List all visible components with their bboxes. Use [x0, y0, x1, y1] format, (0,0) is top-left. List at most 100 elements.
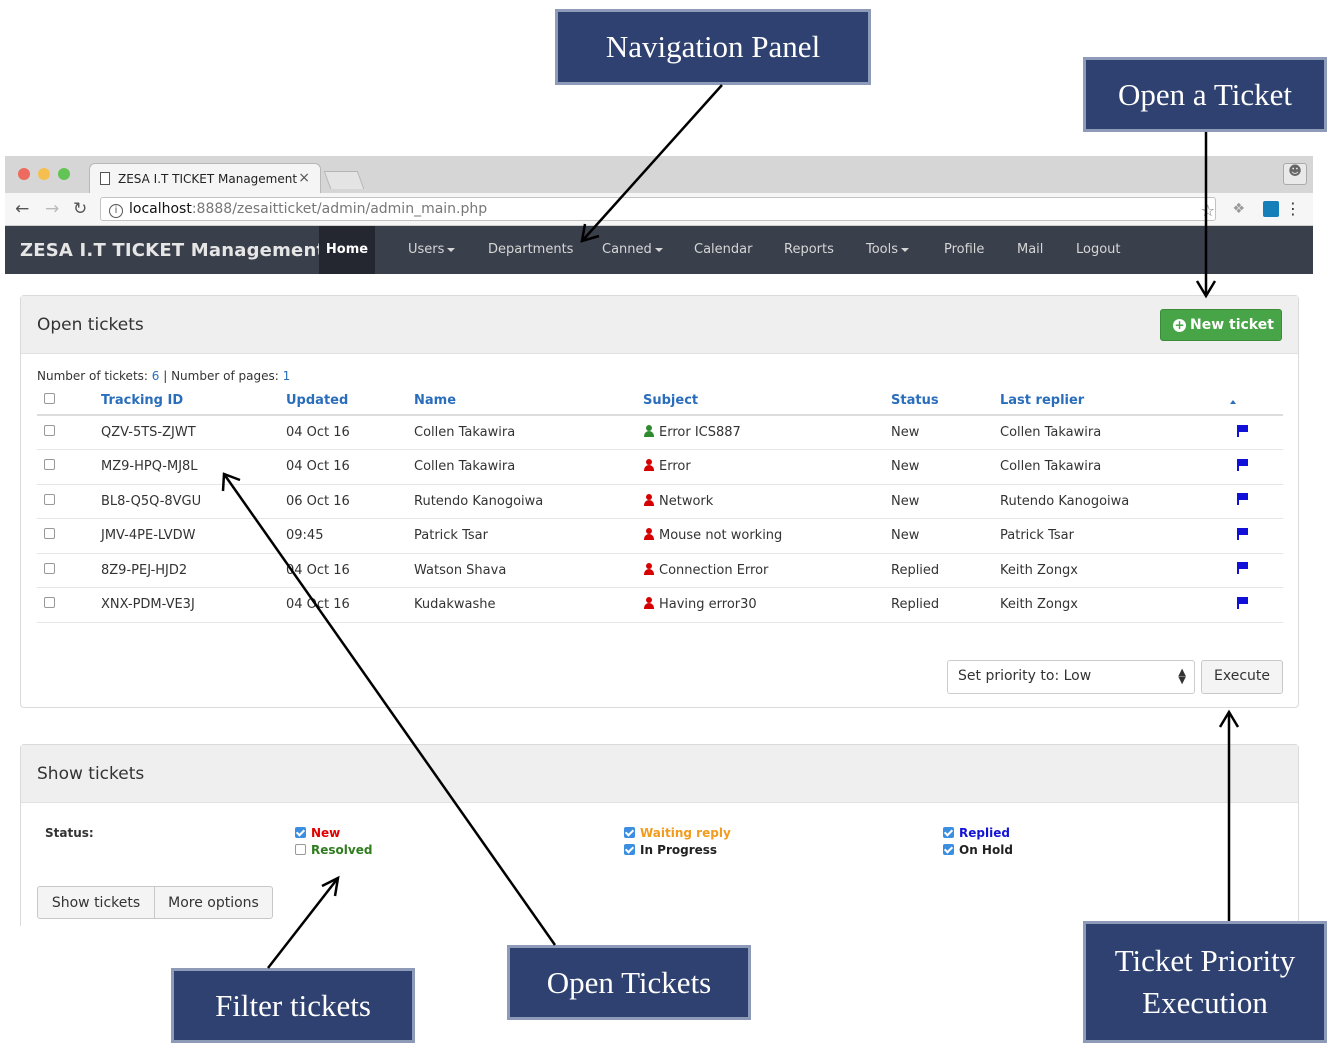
pages-prefix: | Number of pages: [159, 369, 283, 383]
nav-profile[interactable]: Profile [944, 226, 984, 274]
reload-icon[interactable]: ↻ [73, 199, 87, 219]
priority-flag-icon[interactable] [1237, 562, 1249, 575]
tracking-id-link[interactable]: 8Z9-PEJ-HJD2 [101, 553, 286, 588]
close-window-icon[interactable] [18, 168, 30, 180]
priority-flag-icon[interactable] [1237, 596, 1249, 609]
row-checkbox[interactable] [44, 493, 55, 505]
new-tab-button[interactable] [323, 171, 365, 189]
status-filter-label: Status: [45, 826, 94, 840]
subject-cell[interactable]: Mouse not working [643, 518, 891, 554]
table-row[interactable]: QZV-5TS-ZJWT 04 Oct 16 Collen Takawira Erro… [37, 415, 1283, 450]
priority-select[interactable]: Set priority to: Low ▲ ▼ [947, 660, 1195, 694]
table-row[interactable]: JMV-4PE-LVDW 09:45 Patrick Tsar Mouse not w… [37, 518, 1283, 554]
filter-waiting-reply[interactable]: Waiting reply [624, 826, 731, 840]
row-checkbox[interactable] [44, 459, 55, 471]
col-updated[interactable]: Updated [286, 387, 414, 416]
subject-link[interactable]: Error ICS887 [659, 425, 741, 440]
browser-window: ZESA I.T TICKET Management × ☻ ← → ↻ i lo… [5, 156, 1313, 926]
more-options-button[interactable]: More options [154, 886, 273, 919]
col-last-replier[interactable]: Last replier [1000, 387, 1230, 416]
minimize-window-icon[interactable] [38, 168, 50, 180]
maximize-window-icon[interactable] [58, 168, 70, 180]
row-select-cell [37, 449, 101, 485]
execute-button[interactable]: Execute [1201, 660, 1283, 694]
table-row[interactable]: BL8-Q5Q-8VGU 06 Oct 16 Rutendo Kanogoiwa Ne… [37, 484, 1283, 519]
info-icon[interactable]: i [109, 204, 123, 218]
extension-icon[interactable] [1263, 201, 1279, 217]
nav-tools[interactable]: Tools [866, 226, 910, 274]
subject-cell[interactable]: Error ICS887 [643, 415, 891, 450]
url-field[interactable]: i localhost:8888/zesaitticket/admin/admin… [100, 197, 1216, 221]
nav-logout[interactable]: Logout [1076, 226, 1121, 274]
filter-checkbox[interactable] [295, 844, 306, 855]
open-tickets-title: Open tickets [37, 315, 144, 335]
tracking-id-link[interactable]: BL8-Q5Q-8VGU [101, 484, 286, 519]
show-tickets-button[interactable]: Show tickets [37, 886, 155, 919]
filter-replied[interactable]: Replied [943, 826, 1010, 840]
priority-flag-icon[interactable] [1237, 527, 1249, 540]
nav-calendar[interactable]: Calendar [694, 226, 752, 274]
priority-flag-icon[interactable] [1237, 458, 1249, 471]
col-priority[interactable] [1230, 387, 1283, 416]
table-row[interactable]: XNX-PDM-VE3J 04 Oct 16 Kudakwashe Having er… [37, 587, 1283, 623]
subject-link[interactable]: Mouse not working [659, 528, 782, 543]
filter-resolved[interactable]: Resolved [295, 843, 372, 857]
table-row[interactable]: 8Z9-PEJ-HJD2 04 Oct 16 Watson Shava Connect… [37, 553, 1283, 588]
col-tracking-id[interactable]: Tracking ID [101, 387, 286, 416]
filter-checkbox[interactable] [943, 827, 954, 838]
subject-cell[interactable]: Having error30 [643, 587, 891, 623]
nav-canned[interactable]: Canned [602, 226, 663, 274]
select-all-checkbox[interactable] [44, 393, 55, 404]
browser-tab[interactable]: ZESA I.T TICKET Management × [89, 163, 321, 193]
tracking-id-link[interactable]: MZ9-HPQ-MJ8L [101, 449, 286, 485]
subject-link[interactable]: Connection Error [659, 563, 768, 578]
nav-users[interactable]: Users [408, 226, 456, 274]
row-select-cell [37, 415, 101, 450]
new-ticket-button[interactable]: + New ticket [1160, 309, 1282, 341]
subject-link[interactable]: Error [659, 459, 691, 474]
row-checkbox[interactable] [44, 562, 55, 574]
tracking-id-link[interactable]: XNX-PDM-VE3J [101, 587, 286, 623]
filter-checkbox[interactable] [624, 844, 635, 855]
page-count[interactable]: 1 [283, 369, 291, 383]
bookmark-star-icon[interactable]: ☆ [1201, 201, 1215, 220]
filter-new[interactable]: New [295, 826, 340, 840]
subject-link[interactable]: Network [659, 494, 713, 509]
user-profile-icon[interactable]: ☻ [1283, 163, 1307, 185]
last-replier-cell: Patrick Tsar [1000, 518, 1230, 554]
forward-icon[interactable]: → [45, 199, 59, 219]
tab-close-icon[interactable]: × [298, 170, 310, 186]
row-checkbox[interactable] [44, 425, 55, 436]
tracking-id-link[interactable]: QZV-5TS-ZJWT [101, 415, 286, 450]
status-cell: Replied [891, 553, 1000, 588]
table-row[interactable]: MZ9-HPQ-MJ8L 04 Oct 16 Collen Takawira Erro… [37, 449, 1283, 485]
row-checkbox[interactable] [44, 597, 55, 609]
filter-on-hold[interactable]: On Hold [943, 843, 1013, 857]
ticket-count-line: Number of tickets: 6 | Number of pages: … [37, 369, 290, 383]
browser-menu-icon[interactable]: ⋮ [1285, 199, 1301, 218]
col-name[interactable]: Name [414, 387, 643, 416]
updated-cell: 06 Oct 16 [286, 484, 414, 519]
nav-departments[interactable]: Departments [488, 226, 573, 274]
filter-checkbox[interactable] [943, 844, 954, 855]
subject-cell[interactable]: Network [643, 484, 891, 519]
filter-checkbox[interactable] [295, 827, 306, 838]
subject-cell[interactable]: Connection Error [643, 553, 891, 588]
back-icon[interactable]: ← [15, 199, 29, 219]
col-status[interactable]: Status [891, 387, 1000, 416]
nav-reports[interactable]: Reports [784, 226, 834, 274]
status-cell: New [891, 415, 1000, 450]
col-subject[interactable]: Subject [643, 387, 891, 416]
row-checkbox[interactable] [44, 528, 55, 540]
subject-link[interactable]: Having error30 [659, 597, 757, 612]
dropbox-icon[interactable]: ❖ [1232, 201, 1245, 217]
filter-in-progress[interactable]: In Progress [624, 843, 717, 857]
app-brand[interactable]: ZESA I.T TICKET Management [20, 240, 325, 261]
nav-home[interactable]: Home [319, 226, 375, 274]
tracking-id-link[interactable]: JMV-4PE-LVDW [101, 518, 286, 554]
nav-mail[interactable]: Mail [1017, 226, 1043, 274]
priority-flag-icon[interactable] [1237, 493, 1249, 506]
filter-checkbox[interactable] [624, 827, 635, 838]
subject-cell[interactable]: Error [643, 449, 891, 485]
priority-flag-icon[interactable] [1237, 424, 1249, 437]
